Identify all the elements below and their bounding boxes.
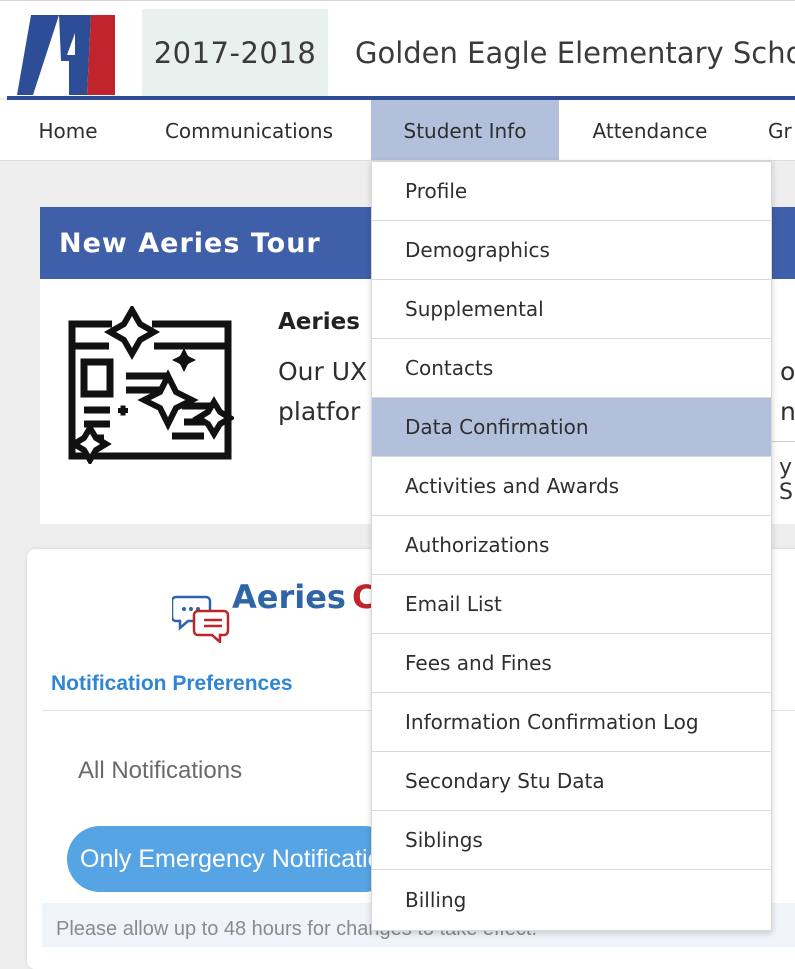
nav-communications[interactable]: Communications [138,100,360,160]
tour-desc-tail-2: n [780,397,795,426]
tour-title: Aeries [278,309,360,335]
emergency-notifications-button[interactable]: Only Emergency Notifications [67,826,397,892]
menu-item-demographics[interactable]: Demographics [372,221,771,280]
nav-home[interactable]: Home [18,100,118,160]
menu-item-data-confirmation[interactable]: Data Confirmation [372,398,771,457]
sparkle-webpage-icon [68,306,234,464]
communications-brand: Aeries C [232,578,375,616]
menu-item-contacts[interactable]: Contacts [372,339,771,398]
menu-item-email-list[interactable]: Email List [372,575,771,634]
aeries-logo-icon [17,15,115,95]
menu-item-siblings[interactable]: Siblings [372,811,771,870]
student-info-dropdown: Profile Demographics Supplemental Contac… [371,161,772,931]
school-year[interactable]: 2017-2018 [142,9,328,96]
tour-desc-tail-1: o [780,357,795,386]
notification-preferences-link[interactable]: Notification Preferences [51,672,293,696]
app-header: 2017-2018 Golden Eagle Elementary School [0,0,795,100]
menu-item-fees-and-fines[interactable]: Fees and Fines [372,634,771,693]
menu-item-billing[interactable]: Billing [372,870,771,929]
menu-item-supplemental[interactable]: Supplemental [372,280,771,339]
tour-divider [770,441,795,442]
aeries-logo[interactable] [7,9,140,96]
nav-student-info[interactable]: Student Info [371,100,559,160]
menu-item-secondary-stu-data[interactable]: Secondary Stu Data [372,752,771,811]
menu-item-profile[interactable]: Profile [372,162,771,221]
brand-text-blue: Aeries [232,578,346,616]
tour-description-overflow: o n [780,352,795,432]
chat-bubbles-icon [172,595,230,643]
menu-item-activities-and-awards[interactable]: Activities and Awards [372,457,771,516]
main-nav: Home Communications Student Info Attenda… [0,100,795,161]
tour-link-partial[interactable]: y S [779,455,795,505]
menu-item-information-confirmation-log[interactable]: Information Confirmation Log [372,693,771,752]
nav-attendance[interactable]: Attendance [566,100,734,160]
nav-grades[interactable]: Gr [756,100,795,160]
school-name[interactable]: Golden Eagle Elementary School [355,9,795,96]
menu-item-authorizations[interactable]: Authorizations [372,516,771,575]
all-notifications-option[interactable]: All Notifications [78,757,242,785]
